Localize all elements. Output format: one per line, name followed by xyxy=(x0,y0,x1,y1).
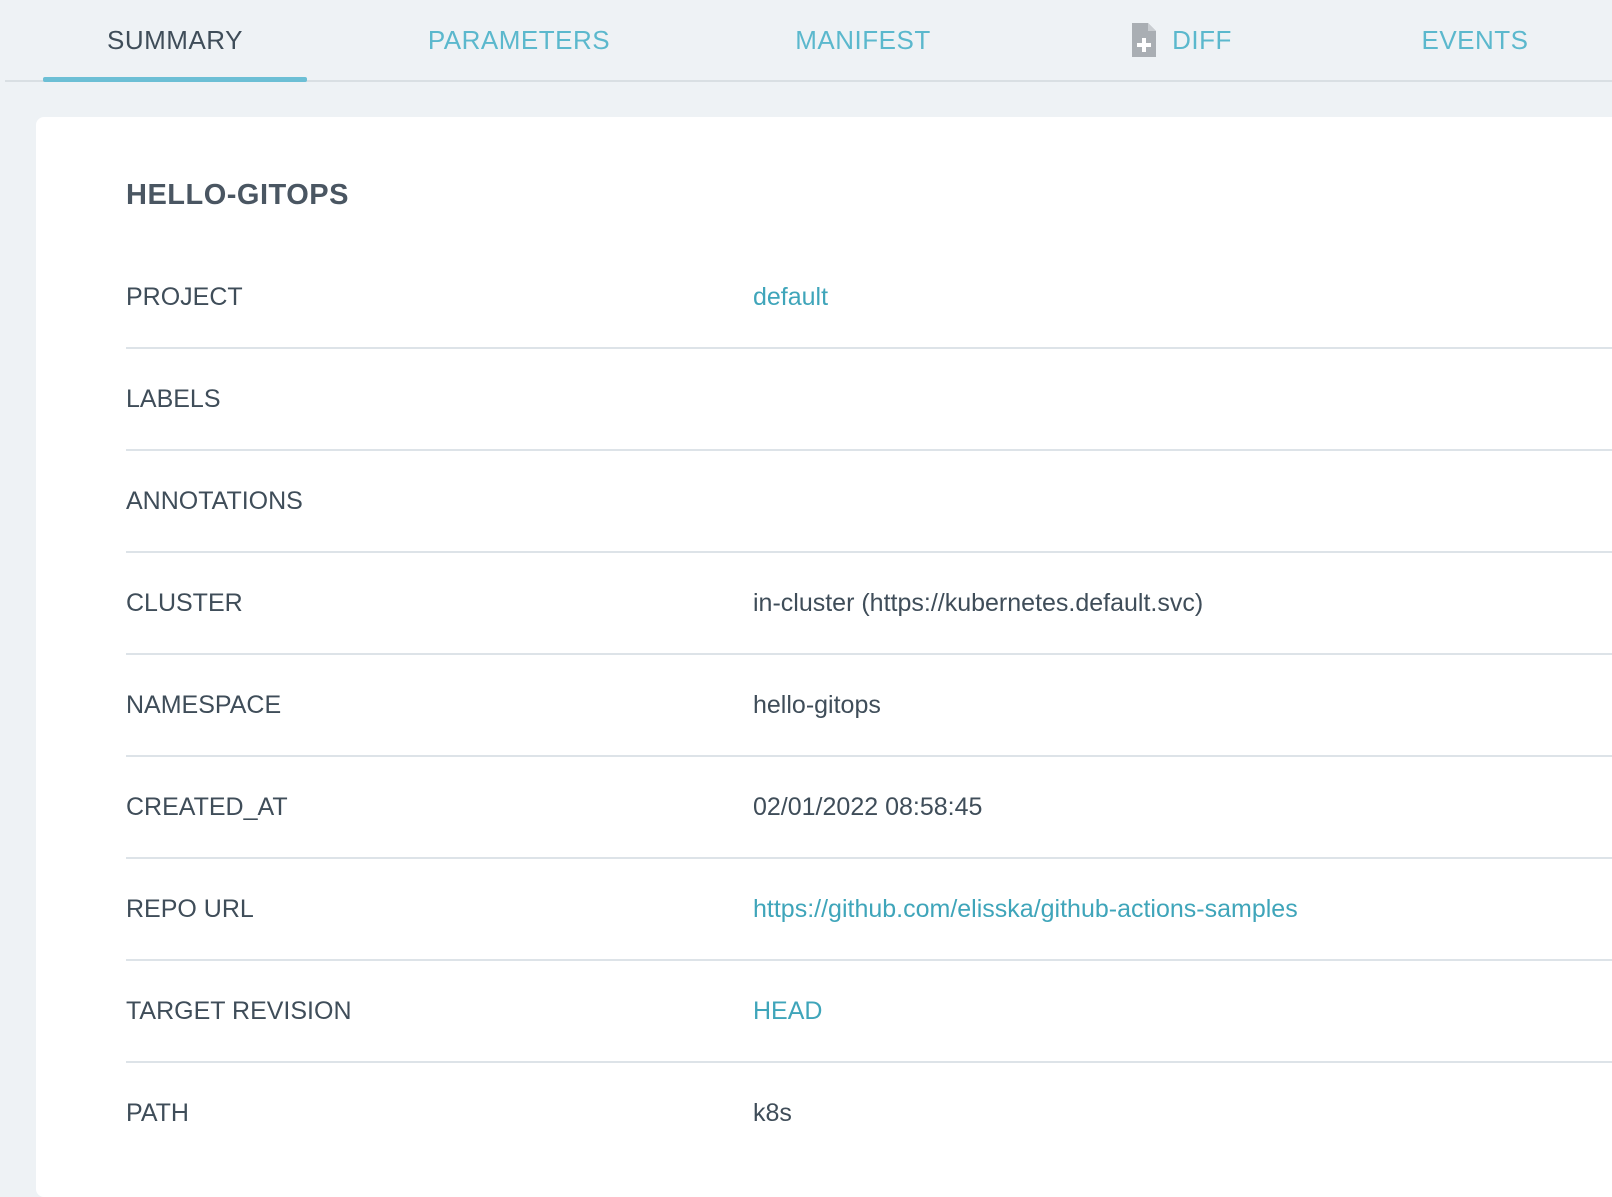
tab-summary-label: SUMMARY xyxy=(107,25,243,55)
cluster-value: in-cluster (https://kubernetes.default.s… xyxy=(753,588,1204,617)
target-revision-link[interactable]: HEAD xyxy=(753,961,822,1061)
tab-parameters[interactable]: PARAMETERS xyxy=(419,0,619,80)
row-annotations: ANNOTATIONS xyxy=(126,451,1612,553)
path-label: PATH xyxy=(126,1098,189,1127)
tab-summary[interactable]: SUMMARY xyxy=(43,0,307,82)
row-path: PATH k8s xyxy=(126,1063,1612,1165)
row-created-at: CREATED_AT 02/01/2022 08:58:45 xyxy=(126,757,1612,859)
tab-diff-label: DIFF xyxy=(1172,25,1232,55)
tab-parameters-label: PARAMETERS xyxy=(427,25,611,55)
annotations-label: ANNOTATIONS xyxy=(126,486,303,515)
namespace-value: hello-gitops xyxy=(753,690,881,719)
row-repo-url: REPO URL https://github.com/elisska/gith… xyxy=(126,859,1612,961)
summary-card: HELLO-GITOPS PROJECT default LABELS ANNO… xyxy=(36,117,1612,1197)
row-namespace: NAMESPACE hello-gitops xyxy=(126,655,1612,757)
tab-events-label: EVENTS xyxy=(1421,25,1529,55)
active-tab-indicator xyxy=(43,77,307,82)
created-at-label: CREATED_AT xyxy=(126,792,288,821)
project-link[interactable]: default xyxy=(753,247,828,347)
labels-label: LABELS xyxy=(126,384,221,413)
cluster-label: CLUSTER xyxy=(126,588,243,617)
tab-manifest-label: MANIFEST xyxy=(795,25,931,55)
row-labels: LABELS xyxy=(126,349,1612,451)
row-cluster: CLUSTER in-cluster (https://kubernetes.d… xyxy=(126,553,1612,655)
project-label: PROJECT xyxy=(126,282,243,311)
namespace-label: NAMESPACE xyxy=(126,690,282,719)
row-project: PROJECT default xyxy=(126,247,1612,349)
target-revision-label: TARGET REVISION xyxy=(126,996,352,1025)
tab-manifest[interactable]: MANIFEST xyxy=(783,0,943,80)
created-at-value: 02/01/2022 08:58:45 xyxy=(753,792,983,821)
tab-bar: SUMMARY PARAMETERS MANIFEST DIFF EVENTS xyxy=(5,0,1612,82)
repo-url-link[interactable]: https://github.com/elisska/github-action… xyxy=(753,859,1298,959)
repo-url-label: REPO URL xyxy=(126,894,254,923)
summary-table: PROJECT default LABELS ANNOTATIONS CLUST… xyxy=(126,247,1612,1165)
tab-diff[interactable]: DIFF xyxy=(1121,0,1241,80)
app-title: HELLO-GITOPS xyxy=(126,179,349,211)
tab-events[interactable]: EVENTS xyxy=(1410,0,1540,80)
row-target-revision: TARGET REVISION HEAD xyxy=(126,961,1612,1063)
path-value: k8s xyxy=(753,1098,792,1127)
file-plus-icon xyxy=(1130,21,1158,59)
